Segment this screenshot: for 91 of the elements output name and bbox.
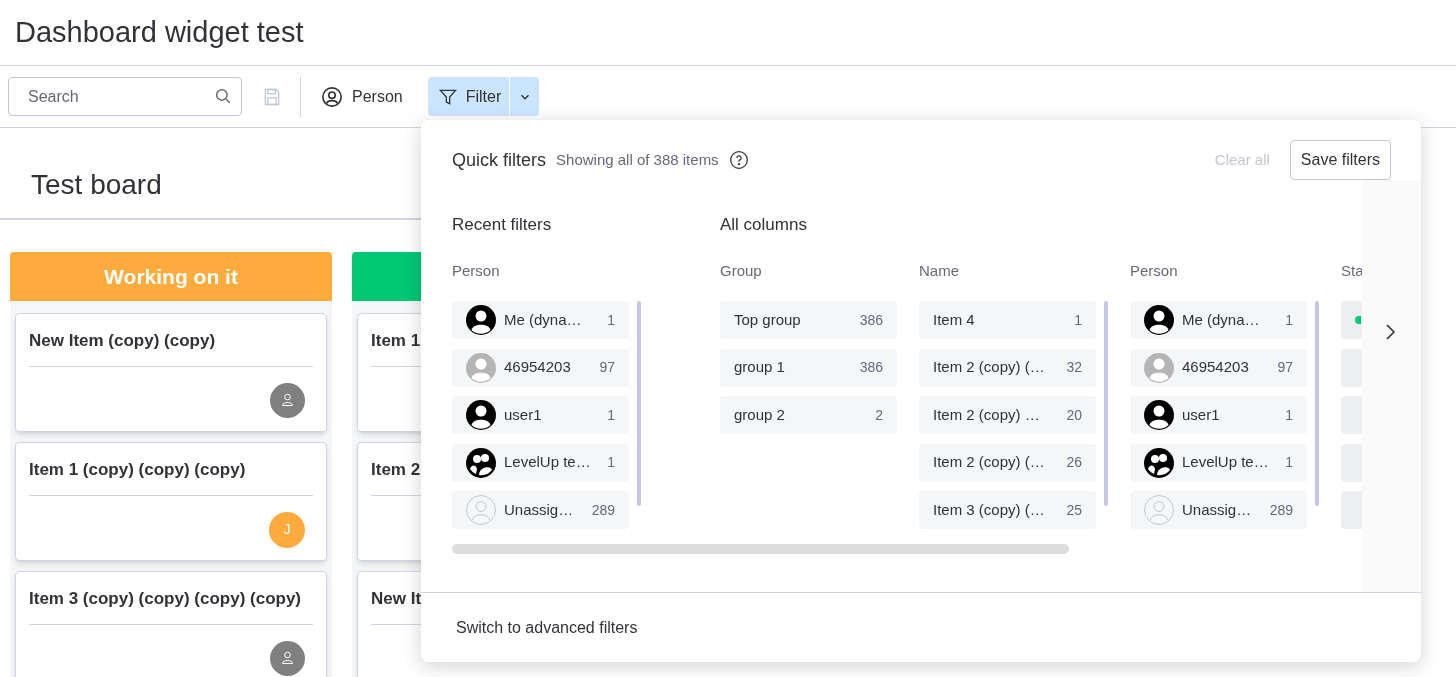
card-title: Item 3 (copy) (copy) (copy) (copy) [29, 586, 313, 625]
filter-option[interactable]: user1 1 [1130, 396, 1307, 434]
search-field[interactable]: Search [8, 77, 242, 116]
option-count: 32 [1066, 358, 1082, 377]
option-count: 1 [1285, 310, 1293, 330]
item-card[interactable]: New Item (copy) (copy) [15, 313, 327, 432]
filter-option[interactable]: Top group 386 [720, 301, 897, 339]
option-count: 1 [1285, 453, 1293, 472]
filter-option[interactable]: Unassig… 289 [1130, 491, 1307, 529]
item-card[interactable]: Item 3 (copy) (copy) (copy) (copy) [15, 571, 327, 677]
filter-option[interactable]: 46954203 97 [1130, 348, 1307, 387]
filter-option[interactable]: Item 3 (copy) (… 25 [919, 491, 1096, 529]
chevron-right-icon[interactable] [1383, 322, 1397, 342]
filter-option[interactable]: group 1 386 [720, 348, 897, 387]
option-label: Me (dyna… [504, 309, 583, 330]
column-header: Group [720, 261, 763, 281]
option-count: 26 [1066, 453, 1082, 472]
scrollbar[interactable] [1315, 301, 1319, 506]
item-card[interactable]: New It [357, 571, 421, 677]
filter-option[interactable]: Me (dyna… 1 [1130, 301, 1307, 339]
option-count: 20 [1066, 405, 1082, 425]
option-count: 386 [859, 358, 883, 377]
scrollbar[interactable] [1104, 301, 1108, 506]
filter-option[interactable]: Item 2 (copy) … 20 [919, 396, 1096, 434]
option-label: 46954203 [1182, 357, 1250, 378]
item-card[interactable]: Item 2 [357, 442, 421, 561]
item-card[interactable]: Item 1 (copy) (copy) (copy) J [15, 442, 327, 561]
board-title: Test board [31, 168, 162, 202]
option-count: 1 [607, 310, 615, 330]
column-header: Person [1130, 261, 1179, 281]
horizontal-scrollbar[interactable] [452, 544, 1069, 554]
section-title: All columns [720, 214, 808, 236]
filter-option[interactable]: Item 4 1 [919, 301, 1096, 339]
panel-title: Quick filters [452, 148, 547, 172]
items-summary: Showing all of 388 items [556, 149, 719, 170]
card-title: Item 1 (copy) (copy) (copy) [29, 457, 313, 496]
save-icon[interactable] [262, 86, 282, 107]
option-count: 1 [607, 453, 615, 472]
assignee-avatar-icon [270, 640, 305, 676]
section-title: Recent filters [452, 214, 553, 236]
filter-option[interactable]: LevelUp te… 1 [1130, 443, 1307, 482]
option-label: Me (dyna… [1182, 309, 1261, 330]
search-icon [214, 87, 232, 105]
filter-option[interactable]: Item 2 (copy) (… 32 [919, 348, 1096, 387]
option-count: 386 [859, 310, 883, 330]
option-label: Item 2 (copy) (… [933, 357, 1046, 378]
option-label: Unassig… [504, 499, 575, 520]
filter-option[interactable]: Unassig… 289 [452, 491, 629, 529]
option-count: 97 [1277, 358, 1293, 377]
person-filter-button[interactable]: Person [313, 77, 411, 116]
option-count: 289 [1269, 500, 1293, 520]
option-label: user1 [504, 404, 543, 425]
help-icon[interactable] [728, 150, 749, 170]
filter-option[interactable]: Item 2 (copy) (… 26 [919, 443, 1096, 482]
filter-option[interactable] [1341, 301, 1362, 339]
option-count: 1 [1285, 405, 1293, 425]
assignee-avatar-icon [270, 382, 305, 418]
option-label: user1 [1182, 404, 1221, 425]
group-header: Working on it [10, 252, 332, 301]
option-label: LevelUp te… [1182, 452, 1270, 473]
option-label: Item 4 [933, 309, 976, 330]
card-title: New Item (copy) (copy) [29, 328, 313, 367]
advanced-filters-link[interactable]: Switch to advanced filters [456, 615, 638, 640]
option-count: 289 [591, 500, 615, 520]
option-label: group 2 [734, 404, 786, 425]
filter-option[interactable]: Me (dyna… 1 [452, 301, 629, 339]
option-count: 2 [875, 405, 883, 425]
option-count: 1 [1074, 310, 1082, 330]
filter-option[interactable]: group 2 2 [720, 396, 897, 434]
option-label: group 1 [734, 357, 786, 378]
filter-option[interactable]: user1 1 [452, 396, 629, 434]
page-title: Dashboard widget test [15, 14, 304, 50]
assignee-avatar: J [269, 511, 305, 548]
option-label: 46954203 [504, 357, 572, 378]
option-label: Item 2 (copy) (… [933, 452, 1046, 473]
option-count: 1 [607, 405, 615, 425]
option-label: LevelUp te… [504, 452, 592, 473]
option-label: Item 3 (copy) (… [933, 499, 1046, 520]
scrollbar[interactable] [637, 301, 641, 506]
option-count: 25 [1066, 500, 1082, 520]
column-header: Person [452, 261, 501, 281]
option-label: Item 2 (copy) … [933, 404, 1041, 425]
person-icon [321, 85, 343, 108]
filter-option[interactable]: 46954203 97 [452, 348, 629, 387]
column-header: Name [919, 261, 960, 281]
option-count: 97 [599, 358, 615, 377]
option-label: Top group [734, 309, 802, 330]
item-card[interactable]: Item 1 [357, 313, 421, 432]
column-header: Sta [1341, 261, 1364, 281]
filter-option[interactable]: LevelUp te… 1 [452, 443, 629, 482]
option-label: Unassig… [1182, 499, 1253, 520]
